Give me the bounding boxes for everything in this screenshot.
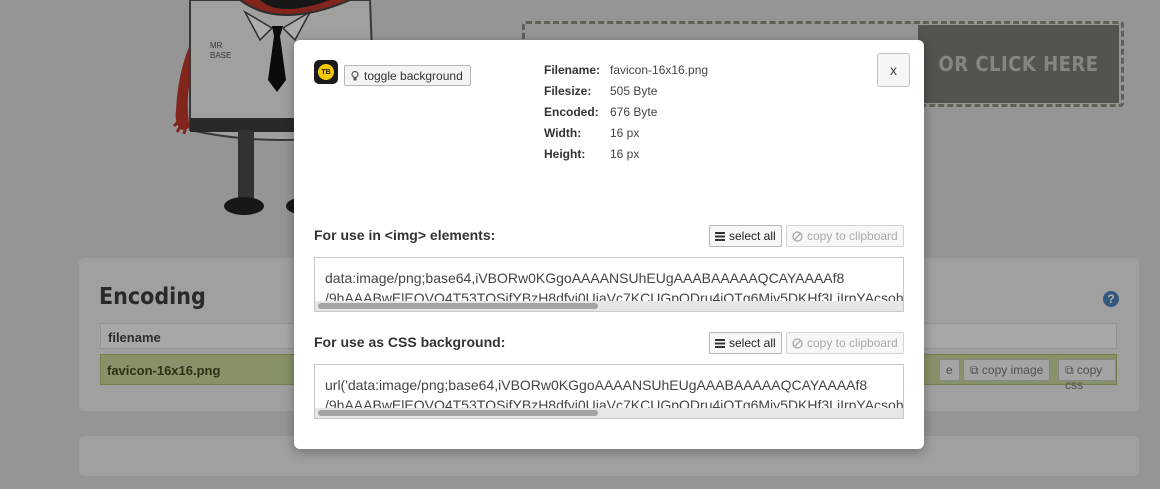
ban-icon [792,230,803,242]
copy-clipboard-label: copy to clipboard [807,229,898,243]
info-label: Filename: [544,62,601,77]
select-all-label: select all [729,336,776,350]
info-label: Encoded: [544,104,599,119]
info-value: favicon-16x16.png [610,62,709,77]
info-value: 16 px [610,146,640,161]
info-label: Width: [544,125,582,140]
toggle-background-label: toggle background [364,68,463,83]
favicon-preview: TB [314,60,338,84]
close-button[interactable]: x [877,53,910,87]
css-select-all-button[interactable]: select all [709,332,782,354]
img-section-title: For use in <img> elements: [314,227,496,243]
copy-clipboard-label: copy to clipboard [807,336,898,350]
css-copy-clipboard-button[interactable]: copy to clipboard [786,332,904,354]
select-all-label: select all [729,229,776,243]
css-section-title: For use as CSS background: [314,334,506,350]
horizontal-scrollbar[interactable] [315,301,903,311]
ban-icon [792,337,803,349]
favicon-image: TB [318,64,334,80]
info-row-width: Width: 16 px [544,122,708,143]
info-label: Filesize: [544,83,592,98]
code-line: data:image/png;base64,iVBORw0KGgoAAAANSU… [325,270,845,286]
scrollbar-thumb[interactable] [318,410,598,416]
toggle-background-button[interactable]: toggle background [344,65,471,86]
info-row-filename: Filename: favicon-16x16.png [544,59,708,80]
info-row-filesize: Filesize: 505 Byte [544,80,708,101]
file-info: Filename: favicon-16x16.png Filesize: 50… [544,59,708,164]
img-code-textarea[interactable]: data:image/png;base64,iVBORw0KGgoAAAANSU… [314,257,904,312]
lightbulb-icon [351,70,359,80]
info-value: 676 Byte [610,104,658,119]
list-icon [715,338,725,348]
info-row-height: Height: 16 px [544,143,708,164]
css-code-textarea[interactable]: url('data:image/png;base64,iVBORw0KGgoAA… [314,364,904,419]
image-info-modal: TB toggle background x Filename: favicon… [294,40,924,449]
code-line: url('data:image/png;base64,iVBORw0KGgoAA… [325,377,868,393]
list-icon [715,231,725,241]
info-row-encoded: Encoded: 676 Byte [544,101,708,122]
img-copy-clipboard-button[interactable]: copy to clipboard [786,225,904,247]
img-select-all-button[interactable]: select all [709,225,782,247]
info-label: Height: [544,146,586,161]
horizontal-scrollbar[interactable] [315,408,903,418]
info-value: 16 px [610,125,640,140]
scrollbar-thumb[interactable] [318,303,598,309]
info-value: 505 Byte [610,83,658,98]
